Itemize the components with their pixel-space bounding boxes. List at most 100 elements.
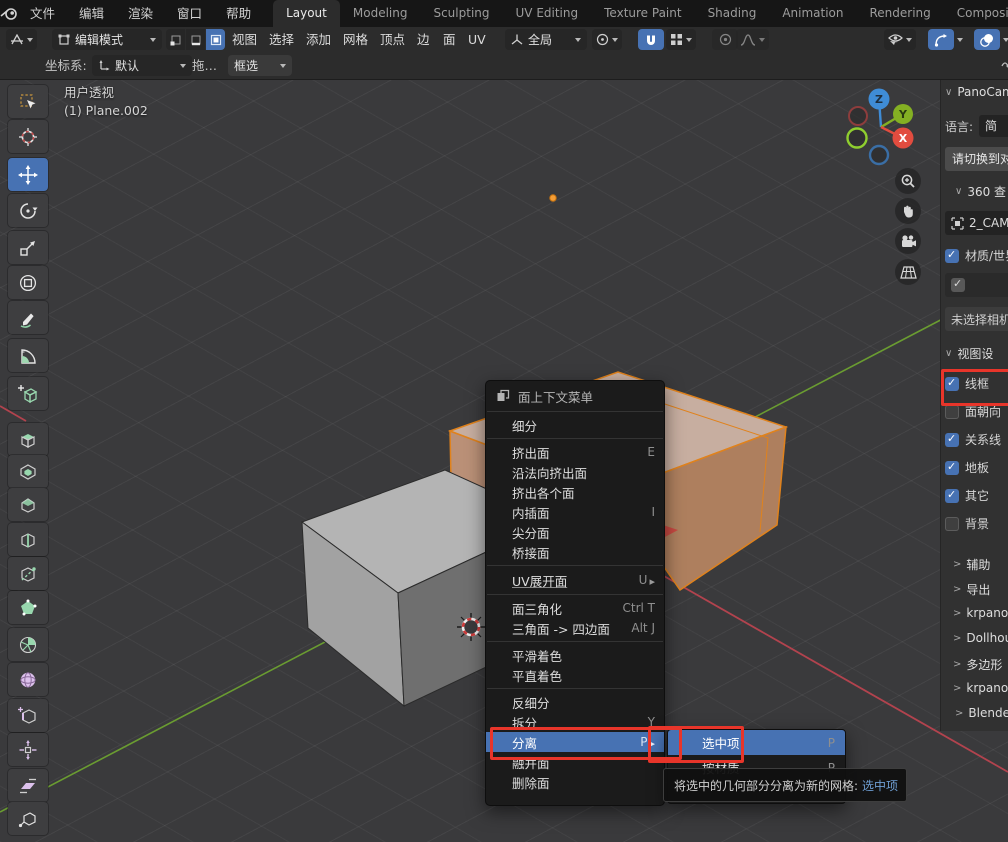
checkbox[interactable] [945, 249, 959, 263]
gizmo-neg-y[interactable] [848, 129, 867, 148]
checkbox[interactable] [945, 461, 959, 475]
checkbox[interactable] [945, 377, 959, 391]
menu-file[interactable]: 文件 [18, 0, 67, 27]
tool-smooth[interactable] [8, 663, 48, 696]
menu-item-subdivide[interactable]: 细分 [486, 415, 664, 435]
pivot-dropdown[interactable] [592, 29, 622, 50]
tool-spin[interactable] [8, 628, 48, 661]
visibility-dropdown[interactable] [884, 29, 916, 50]
tab-modeling[interactable]: Modeling [340, 0, 421, 27]
menu-view[interactable]: 视图 [232, 27, 257, 53]
menu-item-inset-faces[interactable]: 内插面I [486, 502, 664, 522]
editor-type-dropdown[interactable] [6, 29, 37, 50]
tool-add-cube[interactable] [8, 377, 48, 410]
tool-edge-slide[interactable] [8, 699, 48, 732]
panel-360-view[interactable]: ∨360 查 [955, 183, 1008, 200]
menu-edit[interactable]: 编辑 [67, 0, 116, 27]
gizmos-dropdown[interactable] [950, 29, 970, 50]
menu-mesh[interactable]: 网格 [343, 27, 368, 53]
tool-rip-region[interactable] [8, 802, 48, 835]
menu-vertex[interactable]: 顶点 [380, 27, 405, 53]
tab-uv-editing[interactable]: UV Editing [503, 0, 592, 27]
menu-uv[interactable]: UV [468, 27, 486, 53]
tool-measure[interactable] [8, 339, 48, 372]
gizmo-neg-x[interactable] [849, 107, 867, 125]
menu-add[interactable]: 添加 [306, 27, 331, 53]
checkbox[interactable] [945, 405, 959, 419]
menu-item-delete-faces[interactable]: 删除面 [486, 772, 664, 792]
select-mode-dropdown[interactable]: 框选 [228, 55, 292, 76]
toggle-other[interactable]: 其它 [945, 487, 1008, 504]
tool-poly-build[interactable] [8, 591, 48, 624]
menu-item-separate[interactable]: 分离P [486, 732, 664, 752]
tool-scale[interactable] [8, 231, 48, 264]
menu-item-extrude-individual[interactable]: 挤出各个面 [486, 482, 664, 502]
panel-polygon-collapsed[interactable]: >多边形 [953, 656, 1008, 673]
toggle-floor[interactable]: 地板 [945, 459, 1008, 476]
tool-loop-cut[interactable] [8, 523, 48, 556]
menu-help[interactable]: 帮助 [214, 0, 263, 27]
tab-sculpting[interactable]: Sculpting [420, 0, 502, 27]
toggle-face-orientation[interactable]: 面朝向 [945, 403, 1008, 420]
panel-export-collapsed[interactable]: >导出 [953, 581, 1008, 598]
menu-item-shade-smooth[interactable]: 平滑着色 [486, 645, 664, 665]
orientation-dropdown[interactable]: 全局 [505, 29, 587, 50]
camera-view-button[interactable] [895, 228, 921, 254]
tab-compositing[interactable]: Compositing [944, 0, 1008, 27]
menu-face[interactable]: 面 [443, 27, 456, 53]
menu-select[interactable]: 选择 [269, 27, 294, 53]
tool-inset-faces[interactable] [8, 455, 48, 488]
pan-button[interactable] [895, 198, 921, 224]
select-mode-face[interactable] [206, 29, 225, 50]
menu-item-extrude-along-normals[interactable]: 沿法向挤出面 [486, 462, 664, 482]
toggle-relationship-lines[interactable]: 关系线 [945, 431, 1008, 448]
tool-cursor[interactable] [8, 120, 48, 153]
menu-item-unsubdivide[interactable]: 反细分 [486, 692, 664, 712]
panel-blender-collapsed[interactable]: >Blender [955, 706, 1008, 720]
language-dropdown[interactable]: 简 [979, 115, 1008, 137]
tool-tweak-select[interactable] [8, 85, 48, 118]
tool-bevel[interactable] [8, 488, 48, 521]
mode-dropdown[interactable]: 编辑模式 [52, 29, 162, 50]
submenu-item-selection[interactable]: 选中项P [668, 730, 845, 755]
panel-krpano-collapsed[interactable]: >krpano [953, 606, 1008, 620]
tool-annotate[interactable] [8, 301, 48, 334]
tab-animation[interactable]: Animation [769, 0, 856, 27]
overlays-dropdown[interactable] [996, 29, 1008, 50]
blender-logo-icon[interactable] [0, 0, 18, 27]
tab-shading[interactable]: Shading [695, 0, 770, 27]
tab-texture-paint[interactable]: Texture Paint [591, 0, 694, 27]
panel-panocam[interactable]: ∨PanoCamA [945, 85, 1008, 99]
menu-edge[interactable]: 边 [417, 27, 430, 53]
menu-item-poke-faces[interactable]: 尖分面 [486, 522, 664, 542]
toggle-wireframe[interactable]: 线框 [945, 375, 1008, 392]
tab-rendering[interactable]: Rendering [857, 0, 944, 27]
material-world-toggle[interactable]: 材质/世界 [945, 247, 1008, 264]
tool-knife[interactable] [8, 557, 48, 590]
checkbox[interactable] [945, 433, 959, 447]
switch-language-button[interactable]: 请切换到对 [945, 147, 1008, 171]
panel-assist-collapsed[interactable]: >辅助 [953, 556, 1008, 573]
menu-window[interactable]: 窗口 [165, 0, 214, 27]
panel-view-settings[interactable]: ∨视图设 [945, 345, 1008, 362]
menu-item-bridge-faces[interactable]: 桥接面 [486, 542, 664, 562]
coord-system-dropdown[interactable]: 默认 [92, 55, 192, 76]
toggle-background[interactable]: 背景 [945, 515, 1008, 532]
menu-item-tris-to-quads[interactable]: 三角面 -> 四边面Alt J [486, 618, 664, 638]
menu-item-extrude-faces[interactable]: 挤出面E [486, 442, 664, 462]
checkbox[interactable] [945, 489, 959, 503]
gizmo-neg-z[interactable] [870, 146, 888, 164]
camera-object-field[interactable]: 2_CAM [945, 211, 1008, 235]
snap-target-dropdown[interactable] [666, 29, 696, 50]
checkbox[interactable] [945, 517, 959, 531]
navigation-gizmo[interactable]: Z Y X [845, 88, 917, 166]
tool-extrude-region[interactable] [8, 423, 48, 456]
tab-layout[interactable]: Layout [273, 0, 340, 27]
menu-render[interactable]: 渲染 [116, 0, 165, 27]
proportional-edit-toggle[interactable] [712, 29, 738, 50]
tool-transform[interactable] [8, 266, 48, 299]
tool-move[interactable] [8, 158, 48, 191]
xray-partial-icon[interactable] [996, 55, 1008, 76]
panel-dollhouse-collapsed[interactable]: >Dollhou [953, 631, 1008, 645]
menu-item-uv-unwrap[interactable]: UV展开面U [486, 569, 664, 591]
